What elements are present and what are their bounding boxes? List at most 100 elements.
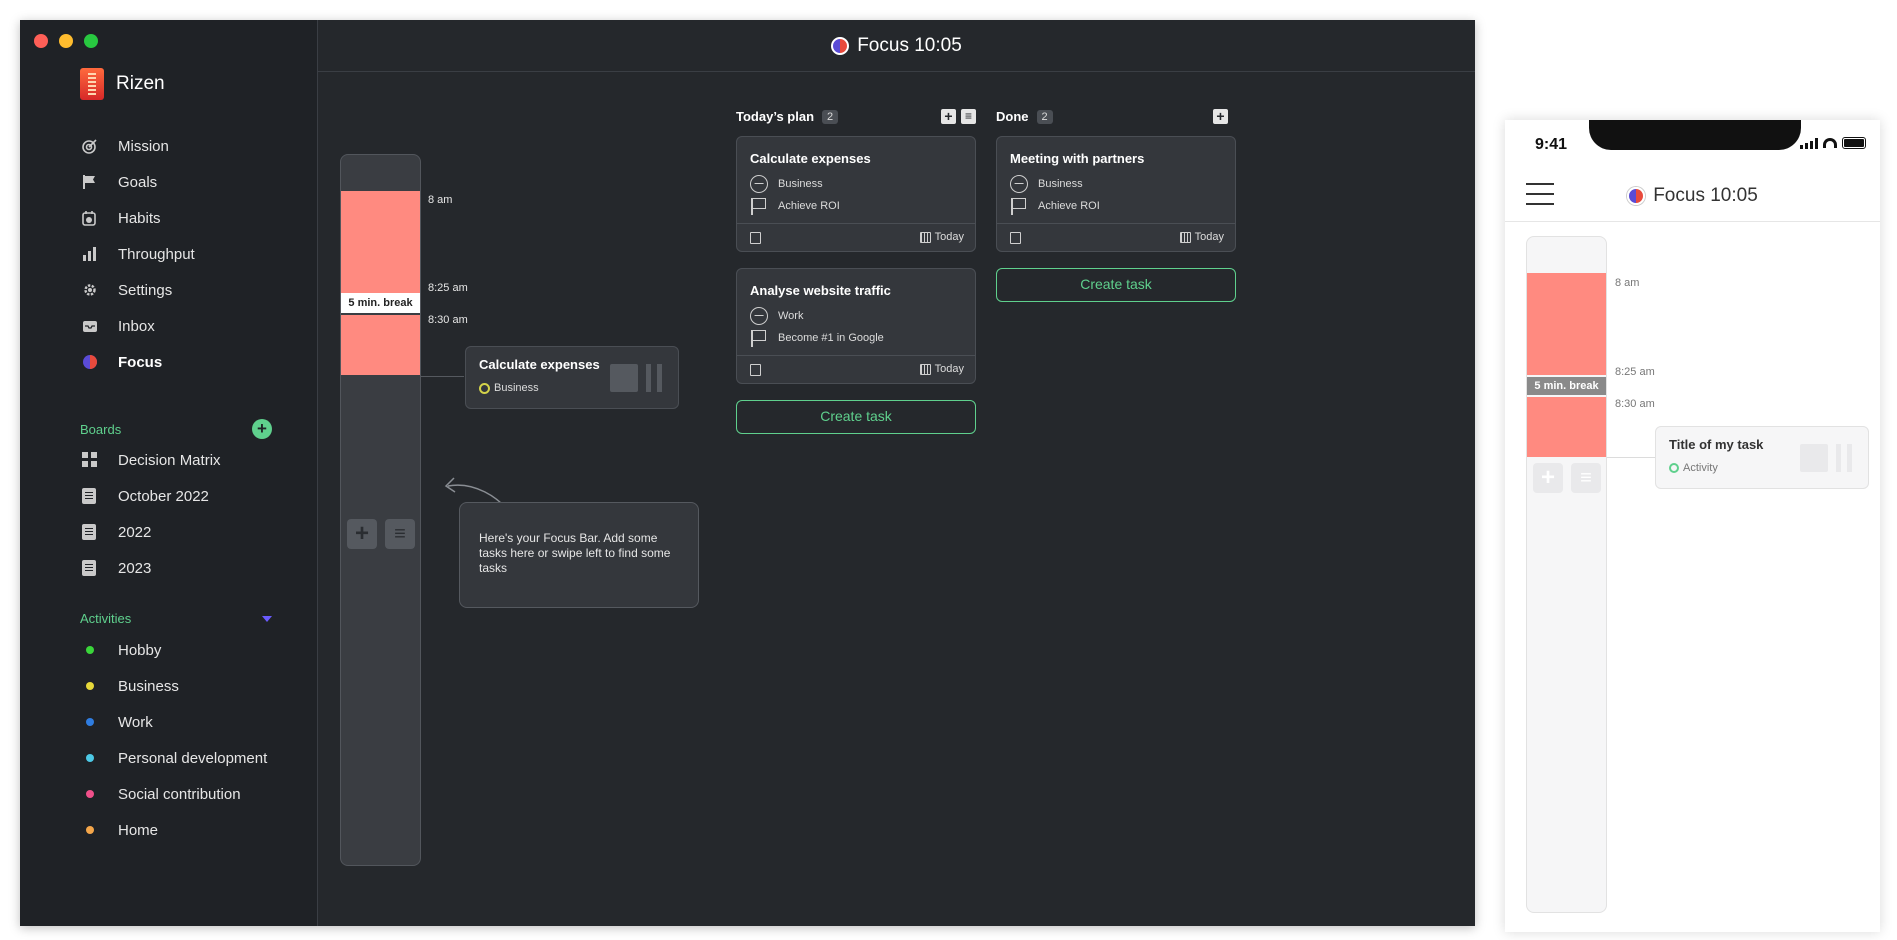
activity-label: Hobby <box>118 641 162 659</box>
flag-icon <box>1010 197 1028 215</box>
task-card[interactable]: Calculate expenses Business Achieve ROI … <box>736 136 976 252</box>
note-icon[interactable] <box>750 232 761 244</box>
board-label: October 2022 <box>118 487 209 505</box>
column-count-badge: 2 <box>1036 109 1053 124</box>
inbox-icon <box>82 318 98 334</box>
due-label: Today <box>934 231 964 243</box>
mobile-task-card[interactable]: Title of my task Activity <box>1655 426 1869 489</box>
rizen-logo-icon <box>80 68 104 100</box>
board-icon <box>82 560 96 576</box>
nav-item-focus[interactable]: Focus <box>82 344 195 380</box>
flag-icon <box>750 197 768 215</box>
add-task-button[interactable]: + <box>1213 109 1228 124</box>
connector-line <box>1607 457 1655 458</box>
goal-label: Become #1 in Google <box>778 332 884 344</box>
title-bar: Focus 10:05 <box>318 20 1475 72</box>
calendar-icon <box>919 363 931 375</box>
focus-timer-icon <box>1627 186 1646 205</box>
time-label: 8:25 am <box>428 282 468 294</box>
board-icon <box>82 488 96 504</box>
board-item[interactable]: 2023 <box>82 550 221 586</box>
pause-button[interactable] <box>1836 444 1852 472</box>
task-activity: Business <box>1010 175 1083 193</box>
focus-block[interactable] <box>341 315 420 375</box>
nav-item-goals[interactable]: Goals <box>82 164 195 200</box>
due-date[interactable]: Today <box>919 231 964 243</box>
hamburger-menu-icon[interactable] <box>1526 183 1554 207</box>
nav-item-throughput[interactable]: Throughput <box>82 236 195 272</box>
stop-button[interactable] <box>610 364 638 392</box>
task-activity: Business <box>750 175 823 193</box>
boards-header: Boards + <box>80 419 272 439</box>
create-task-button[interactable]: Create task <box>996 268 1236 302</box>
column-menu-button[interactable]: ≡ <box>961 109 976 124</box>
activity-label: Business <box>1038 178 1083 190</box>
focus-block[interactable] <box>341 191 420 293</box>
current-task-card[interactable]: Calculate expenses Business <box>465 346 679 409</box>
activity-ring-icon <box>1669 463 1679 473</box>
close-window-button[interactable] <box>34 34 48 48</box>
activity-label: Activity <box>1683 462 1718 474</box>
pause-button[interactable] <box>646 364 662 392</box>
add-task-button[interactable]: + <box>941 109 956 124</box>
boards-list: Decision Matrix October 2022 2022 2023 <box>82 442 221 586</box>
board-item[interactable]: October 2022 <box>82 478 221 514</box>
mobile-focus-bar[interactable]: 5 min. break + ≡ <box>1526 236 1607 913</box>
activity-label: Work <box>118 713 153 731</box>
minimize-window-button[interactable] <box>59 34 73 48</box>
add-board-button[interactable]: + <box>252 419 272 439</box>
menu-button[interactable]: ≡ <box>385 519 415 549</box>
focus-block[interactable] <box>1527 273 1606 375</box>
column-header-done: Done 2 <box>996 109 1053 124</box>
signal-icon <box>1800 137 1818 149</box>
tip-text: Here's your Focus Bar. Add some tasks he… <box>479 531 671 575</box>
column-title: Done <box>996 109 1029 124</box>
gear-icon <box>82 282 98 298</box>
activity-item-hobby[interactable]: Hobby <box>82 632 267 668</box>
note-icon[interactable] <box>1010 232 1021 244</box>
boards-heading: Boards <box>80 421 122 437</box>
task-footer: Today <box>737 223 975 251</box>
activity-item-personal-development[interactable]: Personal development <box>82 740 267 776</box>
task-activity: Work <box>750 307 803 325</box>
due-date[interactable]: Today <box>919 363 964 375</box>
add-block-button[interactable]: + <box>347 519 377 549</box>
task-title: Meeting with partners <box>1010 151 1145 166</box>
nav-item-settings[interactable]: Settings <box>82 272 195 308</box>
nav-item-habits[interactable]: Habits <box>82 200 195 236</box>
stop-button[interactable] <box>1800 444 1828 472</box>
activity-item-work[interactable]: Work <box>82 704 267 740</box>
main-nav: Mission Goals Habits Throughput Settings… <box>82 128 195 380</box>
activity-item-business[interactable]: Business <box>82 668 267 704</box>
brand[interactable]: Rizen <box>80 68 165 100</box>
menu-button[interactable]: ≡ <box>1571 463 1601 493</box>
note-icon[interactable] <box>750 364 761 376</box>
add-block-button[interactable]: + <box>1533 463 1563 493</box>
time-label: 8:30 am <box>428 314 468 326</box>
board-item[interactable]: 2022 <box>82 514 221 550</box>
activity-label: Business <box>118 677 179 695</box>
focus-timer-icon <box>831 36 850 55</box>
maximize-window-button[interactable] <box>84 34 98 48</box>
focus-block[interactable] <box>1527 397 1606 457</box>
activity-dot <box>86 826 94 834</box>
calendar-icon <box>1179 231 1191 243</box>
focus-bar[interactable]: 5 min. break + ≡ <box>340 154 421 866</box>
board-label: 2022 <box>118 523 152 541</box>
activity-item-home[interactable]: Home <box>82 812 267 848</box>
flag-icon <box>750 329 768 347</box>
task-card[interactable]: Meeting with partners Business Achieve R… <box>996 136 1236 252</box>
board-label: Decision Matrix <box>118 451 221 469</box>
board-label: 2023 <box>118 559 152 577</box>
nav-item-inbox[interactable]: Inbox <box>82 308 195 344</box>
activity-dot <box>86 682 94 690</box>
due-date[interactable]: Today <box>1179 231 1224 243</box>
chevron-down-icon[interactable] <box>262 615 272 622</box>
create-task-button[interactable]: Create task <box>736 400 976 434</box>
activity-icon <box>1010 175 1028 193</box>
board-item[interactable]: Decision Matrix <box>82 442 221 478</box>
nav-item-mission[interactable]: Mission <box>82 128 195 164</box>
activity-label: Personal development <box>118 749 268 767</box>
activity-item-social-contribution[interactable]: Social contribution <box>82 776 267 812</box>
task-card[interactable]: Analyse website traffic Work Become #1 i… <box>736 268 976 384</box>
